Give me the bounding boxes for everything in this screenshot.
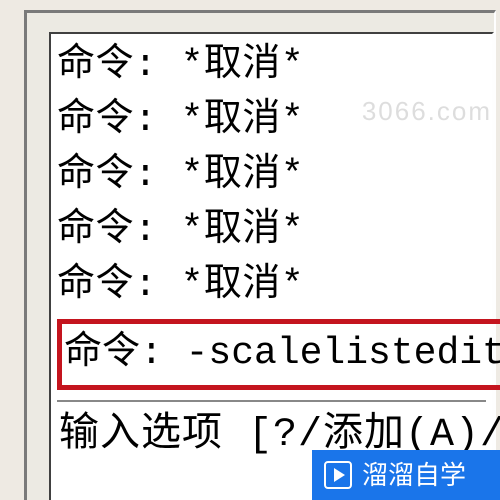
command-history-area[interactable]: 命令: *取消* 命令: *取消* 命令: *取消* 命令: *取消* 命令: … <box>49 32 494 500</box>
brand-badge[interactable]: 溜溜自学 <box>312 450 500 500</box>
play-triangle <box>334 468 345 482</box>
command-line: 命令: *取消* <box>57 258 486 313</box>
command-content: 命令: *取消* 命令: *取消* 命令: *取消* 命令: *取消* 命令: … <box>51 34 492 463</box>
panel-bevel: 命令: *取消* 命令: *取消* 命令: *取消* 命令: *取消* 命令: … <box>24 10 496 500</box>
highlighted-command-box: 命令: -scalelistedit <box>57 319 500 390</box>
command-line: 命令: *取消* <box>57 148 486 203</box>
command-log-panel: 命令: *取消* 命令: *取消* 命令: *取消* 命令: *取消* 命令: … <box>0 0 500 500</box>
panel-frame: 命令: *取消* 命令: *取消* 命令: *取消* 命令: *取消* 命令: … <box>10 0 496 500</box>
command-line: 命令: *取消* <box>57 203 486 258</box>
command-line: 命令: *取消* <box>57 93 486 148</box>
brand-badge-text: 溜溜自学 <box>362 462 466 488</box>
command-line: 命令: *取消* <box>57 38 486 93</box>
highlighted-command: 命令: -scalelistedit <box>64 326 500 381</box>
play-icon <box>324 461 352 489</box>
